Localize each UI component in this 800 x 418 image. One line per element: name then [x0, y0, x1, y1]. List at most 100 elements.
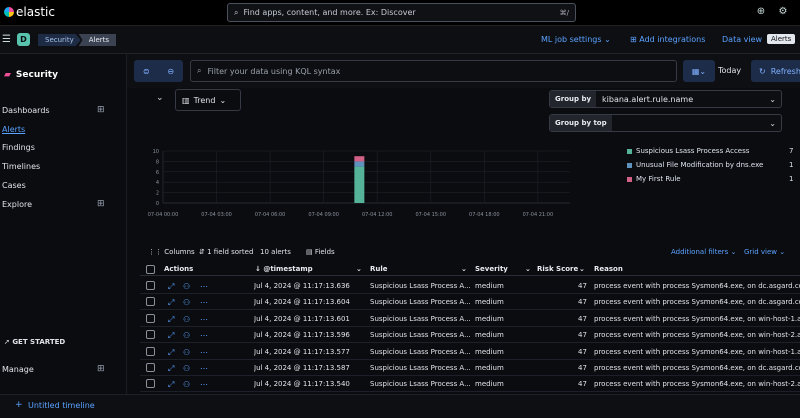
add-timeline-icon[interactable]: + [15, 400, 23, 410]
group-by-select[interactable]: Group by kibana.alert.rule.name ⌄ [549, 90, 782, 108]
row-checkbox[interactable] [146, 379, 155, 388]
more-actions-icon[interactable]: ⋯ [200, 348, 208, 357]
grid-icon[interactable]: ⊞ [97, 199, 105, 209]
sidebar-item-dashboards[interactable]: Dashboards [2, 106, 50, 115]
expand-icon[interactable]: ⤢ [168, 315, 174, 325]
refresh-label: Refresh [770, 66, 800, 76]
column-chevron-icon[interactable]: ⌄ [461, 265, 467, 273]
analyze-graph-icon[interactable]: ⚇ [183, 348, 190, 357]
menu-icon[interactable]: ☰ [2, 34, 11, 45]
cell-rule[interactable]: Suspicious Lsass Process A... [370, 315, 470, 323]
global-search-input[interactable]: ⌕ Find apps, content, and more. Ex: Disc… [227, 3, 576, 22]
sort-label: 1 field sorted [207, 248, 254, 256]
select-all-checkbox[interactable] [146, 265, 155, 274]
collapse-chevron-icon[interactable]: ⌄ [156, 93, 164, 103]
more-actions-icon[interactable]: ⋯ [200, 315, 208, 324]
untitled-timeline-link[interactable]: Untitled timeline [28, 401, 95, 410]
legend-item[interactable]: Unusual File Modification by dns.exe [627, 161, 763, 169]
breadcrumb-security[interactable]: Security [38, 34, 81, 46]
elastic-logo[interactable]: elastic [4, 5, 55, 19]
row-checkbox[interactable] [146, 281, 155, 290]
date-picker-button[interactable]: ▦ ⌄ [683, 60, 715, 82]
cell-rule[interactable]: Suspicious Lsass Process A... [370, 282, 470, 290]
analyze-graph-icon[interactable]: ⚇ [183, 282, 190, 291]
sidebar-item-findings[interactable]: Findings [2, 143, 35, 152]
expand-icon[interactable]: ⤢ [168, 364, 174, 374]
legend-item[interactable]: My First Rule [627, 175, 681, 183]
row-checkbox[interactable] [146, 363, 155, 372]
cell-rule[interactable]: Suspicious Lsass Process A... [370, 348, 470, 356]
fields-button[interactable]: ▤ Fields [306, 248, 335, 256]
date-range-label[interactable]: Today [718, 66, 741, 75]
settings-icon[interactable]: ⚙ [777, 6, 789, 18]
column-header-actions: Actions [164, 265, 194, 273]
group-by-top-select[interactable]: Group by top ⌄ [549, 114, 782, 132]
expand-icon[interactable]: ⤢ [168, 348, 174, 358]
column-header-severity[interactable]: Severity [475, 265, 508, 273]
row-checkbox[interactable] [146, 347, 155, 356]
column-chevron-icon[interactable]: ⌄ [579, 265, 585, 273]
column-header-reason[interactable]: Reason [594, 265, 623, 273]
sidebar-item-explore[interactable]: Explore [2, 200, 32, 209]
row-checkbox[interactable] [146, 314, 155, 323]
analyze-graph-icon[interactable]: ⚇ [183, 298, 190, 307]
query-menu-button[interactable]: ⊜ ⊖ [134, 60, 183, 82]
column-chevron-icon[interactable]: ⌄ [525, 265, 531, 273]
expand-icon[interactable]: ⤢ [168, 380, 174, 390]
expand-icon[interactable]: ⤢ [168, 298, 174, 308]
expand-icon[interactable]: ⤢ [168, 331, 174, 341]
column-sort-chevron-icon[interactable]: ⌄ [356, 265, 362, 273]
sidebar-title[interactable]: ▰ Security [4, 70, 58, 80]
ml-job-settings-button[interactable]: ML job settings ⌄ [541, 35, 611, 44]
refresh-button[interactable]: ↻ Refresh [751, 60, 800, 82]
cell-reason: process event with process Sysmon64.exe,… [594, 380, 800, 388]
cell-rule[interactable]: Suspicious Lsass Process A... [370, 364, 470, 372]
space-avatar[interactable]: D [17, 33, 30, 46]
sort-button[interactable]: ⇵ 1 field sorted [199, 248, 253, 256]
expand-icon[interactable]: ⤢ [168, 282, 174, 292]
more-actions-icon[interactable]: ⋯ [200, 282, 208, 291]
more-actions-icon[interactable]: ⋯ [200, 298, 208, 307]
data-view-badge[interactable]: Alerts [767, 34, 796, 44]
x-tick-label: 07-04 06:00 [255, 212, 286, 218]
legend-label: My First Rule [636, 175, 681, 183]
data-view-label[interactable]: Data view [722, 35, 762, 44]
kql-search-input[interactable]: ⌕ Filter your data using KQL syntax [190, 60, 677, 82]
more-actions-icon[interactable]: ⋯ [200, 364, 208, 373]
y-tick-label: 10 [153, 149, 159, 155]
cell-rule[interactable]: Suspicious Lsass Process A... [370, 380, 470, 388]
row-checkbox[interactable] [146, 297, 155, 306]
column-header-risk-score[interactable]: Risk Score [537, 265, 578, 273]
help-icon[interactable]: ⊕ [755, 6, 767, 18]
grid-view-button[interactable]: Grid view ⌄ [744, 248, 785, 256]
sidebar-item-cases[interactable]: Cases [2, 181, 26, 190]
sidebar-item-manage[interactable]: Manage [2, 365, 34, 374]
sidebar-item-timelines[interactable]: Timelines [2, 162, 40, 171]
fields-icon: ▤ [306, 248, 313, 256]
get-started-link[interactable]: ➚ GET STARTED [4, 338, 65, 346]
grid-icon[interactable]: ⊞ [97, 364, 105, 374]
bar-segment [354, 156, 365, 162]
x-tick-label: 07-04 12:00 [362, 212, 393, 218]
analyze-graph-icon[interactable]: ⚇ [183, 364, 190, 373]
sidebar-item-alerts[interactable]: Alerts [2, 125, 25, 134]
row-checkbox[interactable] [146, 330, 155, 339]
trend-selector[interactable]: ▥ Trend ⌄ [175, 89, 241, 111]
grid-icon[interactable]: ⊞ [97, 105, 105, 115]
column-header-rule[interactable]: Rule [370, 265, 388, 273]
additional-filters-button[interactable]: Additional filters ⌄ [671, 248, 736, 256]
analyze-graph-icon[interactable]: ⚇ [183, 331, 190, 340]
cell-rule[interactable]: Suspicious Lsass Process A... [370, 298, 470, 306]
add-integrations-button[interactable]: ⊞ Add integrations [630, 35, 705, 44]
more-actions-icon[interactable]: ⋯ [200, 380, 208, 389]
legend-label: Suspicious Lsass Process Access [636, 147, 750, 155]
columns-button[interactable]: ⋮⋮ Columns [148, 248, 195, 256]
refresh-icon: ↻ [759, 66, 766, 76]
analyze-graph-icon[interactable]: ⚇ [183, 380, 190, 389]
analyze-graph-icon[interactable]: ⚇ [183, 315, 190, 324]
additional-filters-label: Additional filters [671, 248, 729, 256]
legend-item[interactable]: Suspicious Lsass Process Access [627, 147, 749, 155]
more-actions-icon[interactable]: ⋯ [200, 331, 208, 340]
cell-rule[interactable]: Suspicious Lsass Process A... [370, 331, 470, 339]
column-header-timestamp[interactable]: ↓ @timestamp [255, 265, 313, 273]
